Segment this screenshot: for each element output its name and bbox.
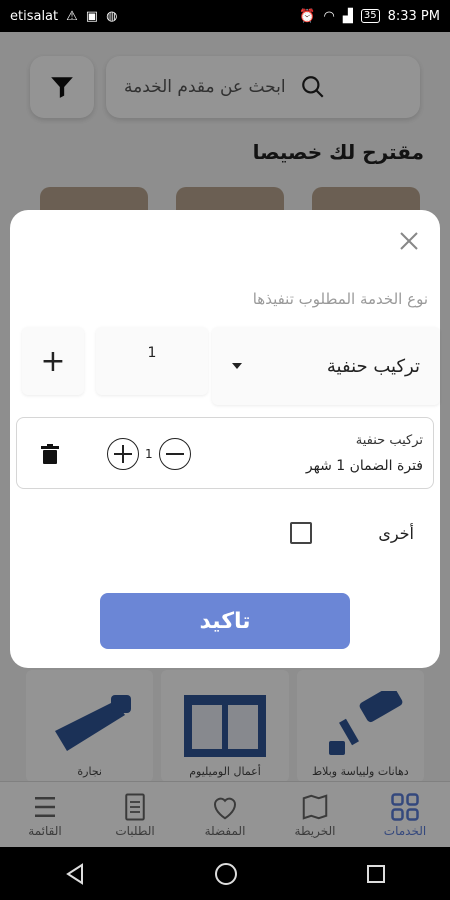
messenger-icon: ◍ xyxy=(106,8,118,24)
recents-icon[interactable] xyxy=(366,864,386,884)
decrease-button[interactable] xyxy=(158,438,191,470)
delete-item-button[interactable] xyxy=(41,444,59,468)
item-warranty: فترة الضمان 1 شهر xyxy=(305,458,423,474)
other-checkbox[interactable] xyxy=(290,522,312,544)
clock: 8:33 PM xyxy=(387,8,440,24)
plus-icon-vertical xyxy=(122,445,124,463)
other-label: أخرى xyxy=(378,524,414,543)
close-icon xyxy=(400,232,418,250)
status-left: etisalat ⚠ ▣ ◍ xyxy=(10,9,117,24)
system-navigation-bar xyxy=(0,847,450,900)
warning-icon: ⚠ xyxy=(66,8,78,24)
item-name: تركيب حنفية xyxy=(355,433,423,448)
other-option-row: أخرى xyxy=(10,520,440,550)
selected-item-card: تركيب حنفية فترة الضمان 1 شهر 1 xyxy=(16,417,434,489)
home-icon[interactable] xyxy=(214,862,238,886)
status-right: ⏰ ◠ ▟ 35 8:33 PM xyxy=(299,9,440,24)
service-dropdown[interactable]: تركيب حنفية xyxy=(212,327,440,405)
confirm-button[interactable]: تاكيد xyxy=(100,593,350,649)
close-button[interactable] xyxy=(398,230,420,252)
carrier-name: etisalat xyxy=(10,8,59,24)
chevron-down-icon xyxy=(232,363,242,369)
status-bar: etisalat ⚠ ▣ ◍ ⏰ ◠ ▟ 35 8:33 PM xyxy=(0,0,450,32)
alarm-icon: ⏰ xyxy=(299,8,316,24)
item-count: 1 xyxy=(145,447,153,461)
back-icon[interactable] xyxy=(64,862,86,885)
battery-level: 35 xyxy=(360,9,380,23)
signal-icon: ▟ xyxy=(342,8,353,24)
service-type-label: نوع الخدمة المطلوب تنفيذها xyxy=(252,290,428,308)
trash-icon xyxy=(41,444,59,464)
increase-button[interactable] xyxy=(107,438,139,470)
minus-icon xyxy=(165,453,184,455)
quantity-field[interactable]: 1 xyxy=(96,327,208,395)
add-service-button[interactable]: + xyxy=(22,327,84,395)
service-select-row: + 1 تركيب حنفية xyxy=(16,327,440,405)
selected-service: تركيب حنفية xyxy=(326,355,420,377)
image-icon: ▣ xyxy=(85,8,99,24)
service-dialog: نوع الخدمة المطلوب تنفيذها + 1 تركيب حنف… xyxy=(10,210,440,668)
wifi-icon: ◠ xyxy=(323,8,335,24)
item-quantity-stepper: 1 xyxy=(107,438,191,470)
